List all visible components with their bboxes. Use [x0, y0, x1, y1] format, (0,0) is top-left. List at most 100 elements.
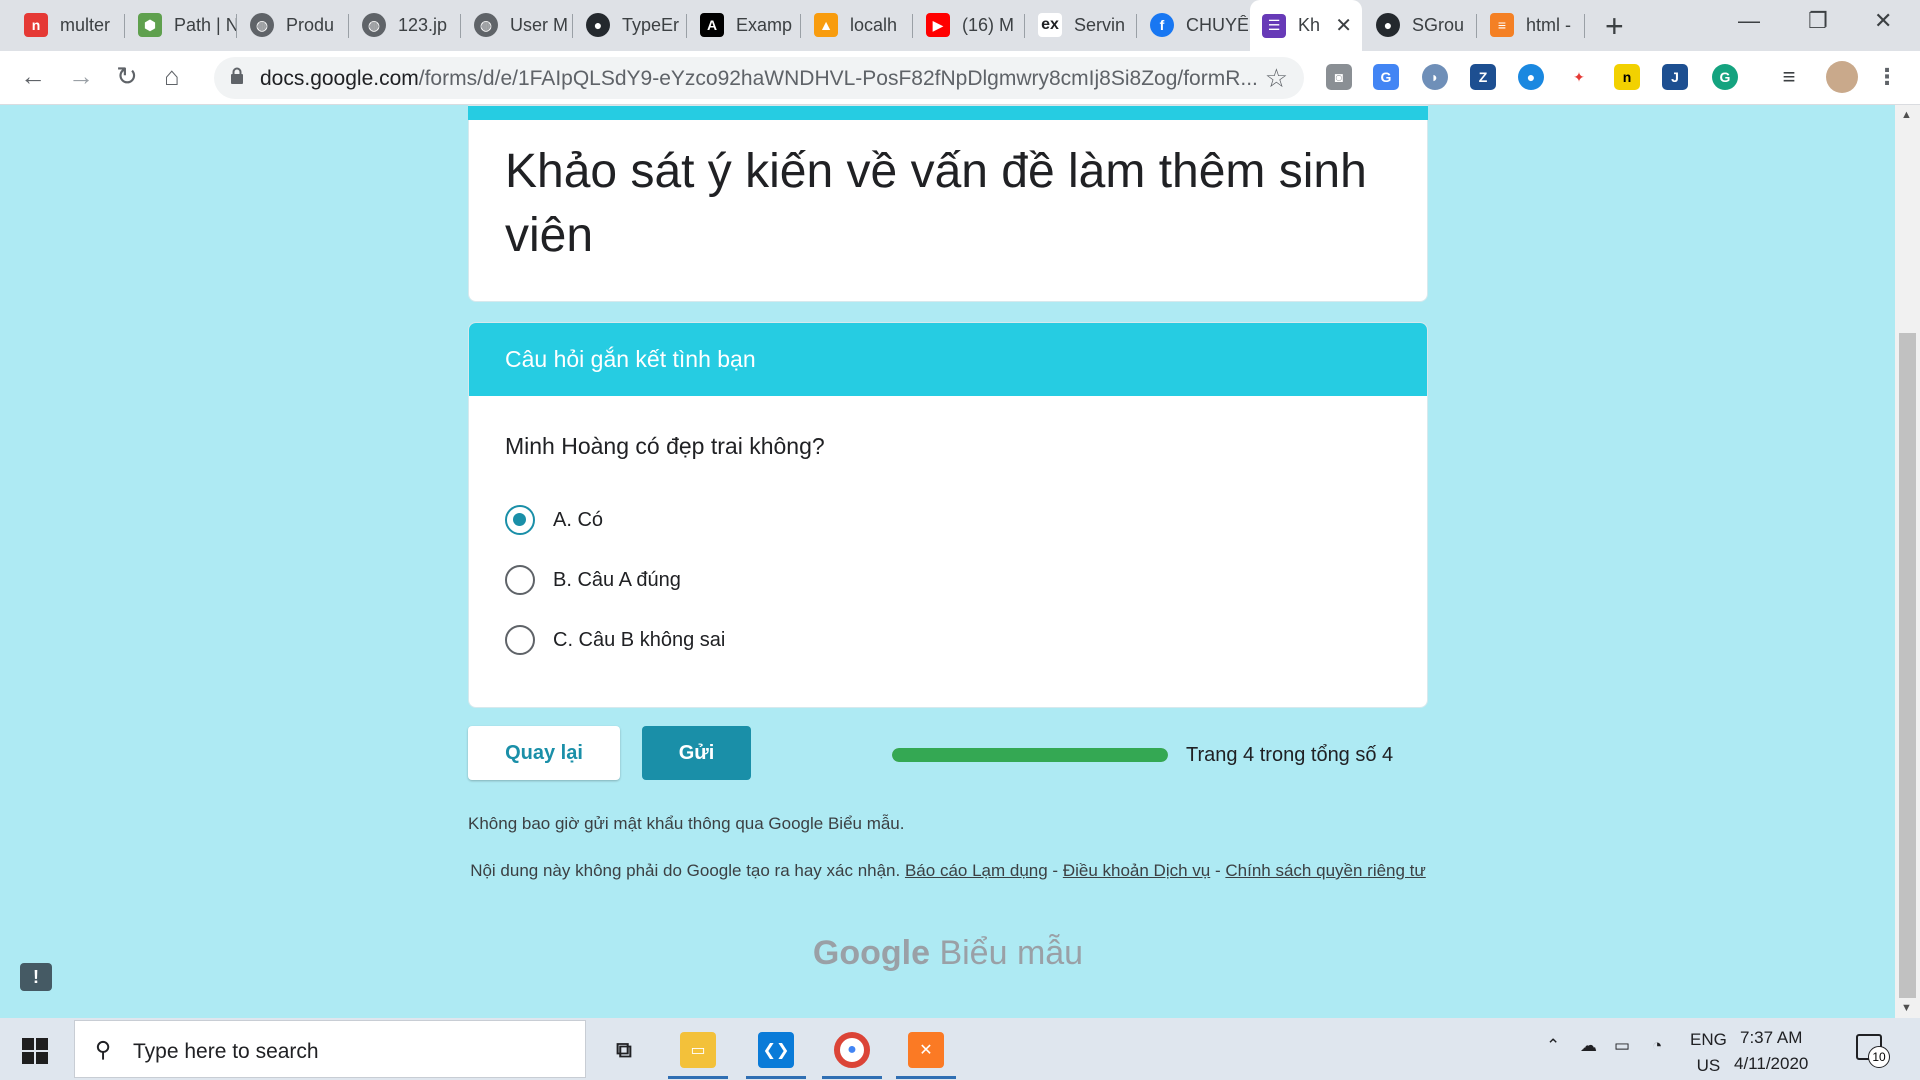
option-label: B. Câu A đúng: [553, 568, 681, 591]
scroll-thumb[interactable]: [1899, 333, 1916, 998]
drop-extension-icon[interactable]: ●: [1518, 64, 1544, 90]
nodejs-icon: ⬢: [138, 13, 162, 37]
page-scrollbar[interactable]: ▲ ▼: [1895, 105, 1920, 1018]
grammarly-extension-icon[interactable]: G: [1712, 64, 1738, 90]
option-c[interactable]: C. Câu B không sai: [505, 625, 725, 655]
globe-icon: ◍: [250, 13, 274, 37]
chrome-icon[interactable]: ●: [834, 1032, 870, 1068]
tab-serving[interactable]: ex Servin: [1026, 8, 1136, 42]
tab-google-form-active[interactable]: ☰ Kh ✕: [1250, 0, 1362, 51]
google-forms-icon: ☰: [1262, 13, 1286, 38]
close-window-icon[interactable]: ✕: [1874, 8, 1892, 34]
color-extension-icon[interactable]: ✦: [1566, 64, 1592, 90]
windows-taskbar: ⚲ Type here to search ⧉ ▭ ❮❯ ● ✕ ⌃ ☁ ▭ ◔…: [0, 1018, 1920, 1080]
tab-html[interactable]: ≡ html -: [1478, 8, 1584, 42]
windows-start-icon[interactable]: [22, 1038, 48, 1064]
back-button[interactable]: Quay lại: [468, 726, 620, 780]
reload-icon[interactable]: ↻: [116, 61, 138, 92]
github-icon: ●: [1376, 13, 1400, 37]
menu-icon[interactable]: ⋮: [1874, 64, 1900, 90]
form-title: Khảo sát ý kiến về vấn đề làm thêm sinh …: [505, 145, 1367, 262]
language-indicator[interactable]: ENG US: [1690, 1027, 1727, 1079]
scroll-down-icon[interactable]: ▼: [1901, 1002, 1912, 1014]
taskbar-search-input[interactable]: ⚲ Type here to search: [74, 1020, 586, 1078]
home-icon[interactable]: ⌂: [164, 61, 180, 92]
tab-multer[interactable]: n multer: [12, 8, 124, 42]
disclaimer: Nội dung này không phải do Google tạo ra…: [470, 861, 1426, 880]
back-icon[interactable]: ←: [20, 61, 46, 92]
radio-unselected[interactable]: [505, 565, 535, 595]
privacy-link[interactable]: Chính sách quyền riêng tư: [1225, 861, 1425, 880]
progress-fill: [892, 748, 1168, 762]
media-control-icon[interactable]: ≡: [1776, 64, 1802, 90]
option-label: A. Có: [553, 508, 604, 531]
tab-examp[interactable]: A Examp: [688, 8, 800, 42]
search-icon: ⚲: [95, 1037, 112, 1062]
tab-sgroup[interactable]: ● SGrou: [1364, 8, 1476, 42]
close-tab-icon[interactable]: ✕: [1335, 13, 1352, 38]
browser-tab-strip: n multer ⬢ Path | N ◍ Produ ◍ 123.jp ◍ U…: [0, 0, 1920, 51]
feedback-icon[interactable]: !: [20, 963, 52, 991]
url-text: docs.google.com/forms/d/e/1FAIpQLSdY9-eY…: [260, 67, 1258, 90]
password-warning: Không bao giờ gửi mật khẩu thông qua Goo…: [468, 814, 905, 833]
option-label: C. Câu B không sai: [553, 628, 726, 651]
scroll-up-icon[interactable]: ▲: [1901, 109, 1912, 121]
tab-path[interactable]: ⬢ Path | N: [126, 8, 236, 42]
camera-extension-icon[interactable]: ◙: [1326, 64, 1352, 90]
n-extension-icon[interactable]: n: [1614, 64, 1640, 90]
tab-produ[interactable]: ◍ Produ: [238, 8, 348, 42]
j-extension-icon[interactable]: J: [1662, 64, 1688, 90]
stackoverflow-icon: ≡: [1490, 13, 1514, 37]
progress-text: Trang 4 trong tổng số 4: [1186, 744, 1394, 766]
radio-unselected[interactable]: [505, 625, 535, 655]
tab-facebook[interactable]: f CHUYÊ: [1138, 8, 1248, 42]
radio-selected[interactable]: [505, 505, 535, 535]
minimize-icon[interactable]: —: [1738, 8, 1760, 34]
section-card: Câu hỏi gắn kết tình bạn Minh Hoàng có đ…: [468, 322, 1428, 708]
tab-user[interactable]: ◍ User M: [462, 8, 572, 42]
tab-youtube[interactable]: ▶ (16) M: [914, 8, 1024, 42]
vscode-icon[interactable]: ❮❯: [758, 1032, 794, 1068]
battery-icon[interactable]: ▭: [1614, 1036, 1630, 1056]
submit-button[interactable]: Gửi: [642, 726, 751, 780]
restore-icon[interactable]: ❐: [1808, 8, 1828, 34]
google-forms-brand[interactable]: Google Biểu mẫu: [468, 934, 1428, 973]
file-explorer-icon[interactable]: ▭: [680, 1032, 716, 1068]
extension-icon[interactable]: ◗: [1422, 64, 1448, 90]
ex-icon: ex: [1038, 13, 1062, 37]
forward-icon[interactable]: →: [68, 61, 94, 92]
youtube-icon: ▶: [926, 13, 950, 37]
address-bar[interactable]: docs.google.com/forms/d/e/1FAIpQLSdY9-eY…: [214, 57, 1304, 99]
lock-icon: [231, 67, 243, 84]
github-icon: ●: [586, 13, 610, 37]
notification-center-icon[interactable]: 10: [1856, 1034, 1890, 1068]
a-brand-icon: A: [700, 13, 724, 37]
accent-bar: [468, 106, 1428, 120]
notification-count: 10: [1868, 1046, 1890, 1068]
translate-extension-icon[interactable]: G: [1373, 64, 1399, 90]
profile-avatar[interactable]: [1826, 61, 1858, 93]
browser-toolbar: ← → ↻ ⌂ docs.google.com/forms/d/e/1FAIpQ…: [0, 51, 1920, 105]
red-brand-icon: n: [24, 13, 48, 37]
clock[interactable]: 7:37 AM 4/11/2020: [1734, 1025, 1808, 1077]
tab-typeer[interactable]: ● TypeEr: [574, 8, 686, 42]
option-a[interactable]: A. Có: [505, 505, 603, 535]
option-b[interactable]: B. Câu A đúng: [505, 565, 681, 595]
facebook-icon: f: [1150, 13, 1174, 37]
report-abuse-link[interactable]: Báo cáo Lạm dụng: [905, 861, 1048, 880]
progress-bar: [892, 748, 1168, 762]
wifi-icon[interactable]: ◔: [1652, 1036, 1662, 1056]
tab-localhost[interactable]: ▲ localh: [802, 8, 912, 42]
tab-123jp[interactable]: ◍ 123.jp: [350, 8, 460, 42]
section-title: Câu hỏi gắn kết tình bạn: [469, 323, 1427, 396]
tray-chevron-icon[interactable]: ⌃: [1546, 1036, 1560, 1056]
xampp-icon[interactable]: ✕: [908, 1032, 944, 1068]
onedrive-icon[interactable]: ☁: [1580, 1036, 1597, 1056]
new-tab-icon[interactable]: +: [1605, 8, 1624, 45]
z-extension-icon[interactable]: Z: [1470, 64, 1496, 90]
globe-icon: ◍: [362, 13, 386, 37]
globe-icon: ◍: [474, 13, 498, 37]
terms-link[interactable]: Điều khoản Dịch vụ: [1063, 861, 1210, 880]
task-view-icon[interactable]: ⧉: [606, 1032, 642, 1068]
bookmark-star-icon[interactable]: ☆: [1265, 63, 1288, 94]
